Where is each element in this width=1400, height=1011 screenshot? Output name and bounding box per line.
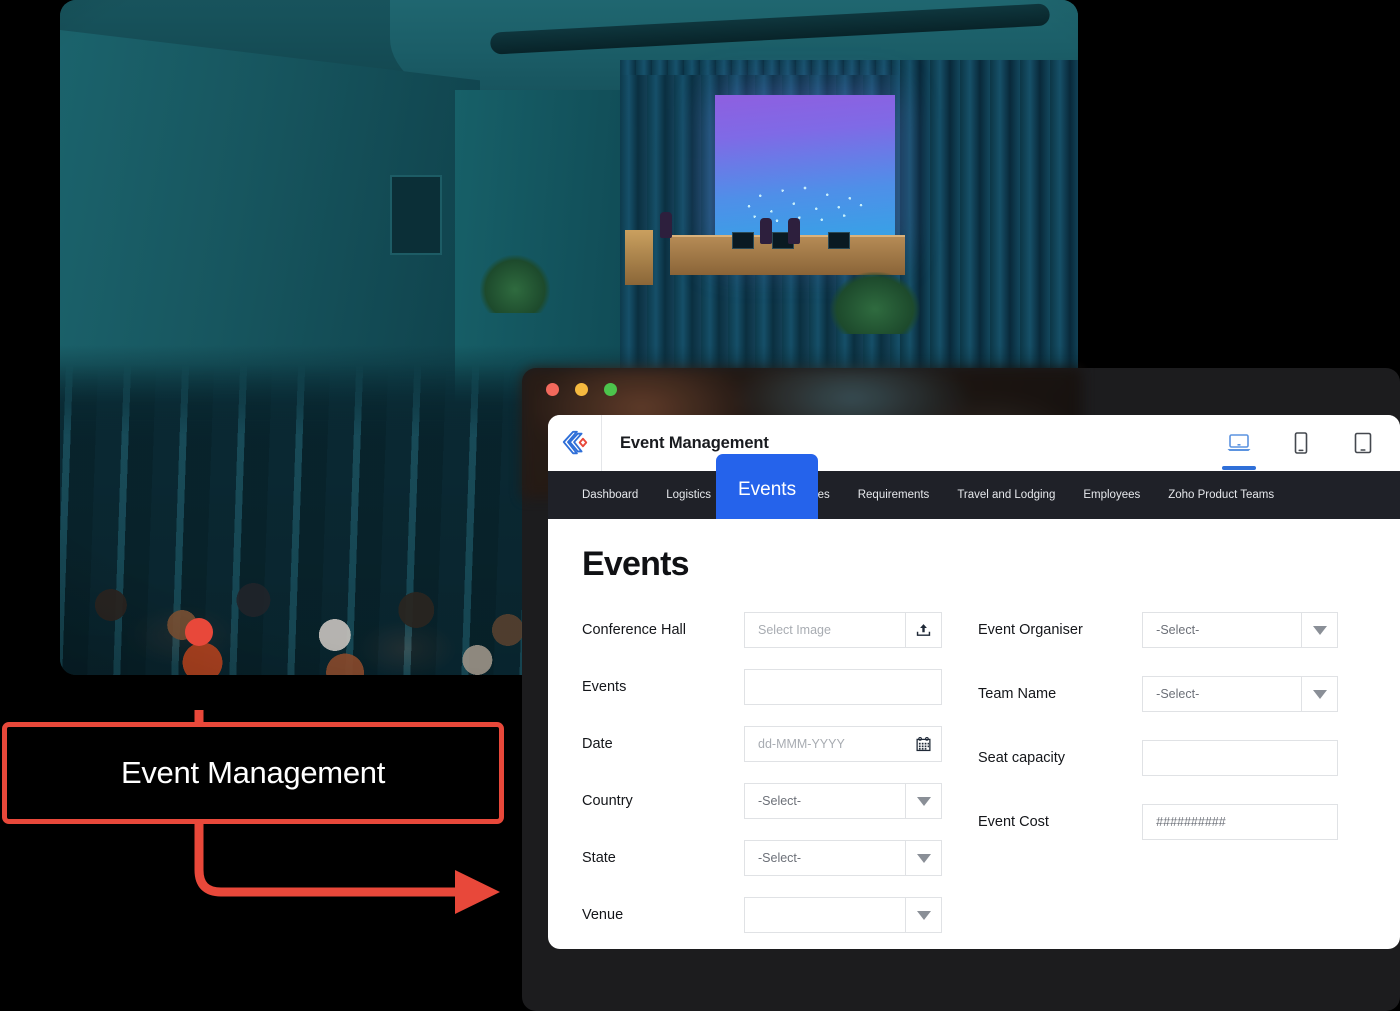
country-select-value[interactable]: -Select- xyxy=(745,794,905,808)
form-left-column: Conference Hall Select Image Events Date… xyxy=(582,612,942,949)
venue-dropdown-button[interactable] xyxy=(905,898,941,932)
field-label: Event Organiser xyxy=(978,622,1083,638)
maximize-button[interactable] xyxy=(604,383,617,396)
field-state: State -Select- xyxy=(582,840,942,876)
app-logo[interactable] xyxy=(548,415,602,471)
event-organiser-select-value[interactable]: -Select- xyxy=(1143,623,1301,637)
chevron-down-icon xyxy=(1312,625,1327,635)
chevron-down-icon xyxy=(916,796,931,806)
calendar-icon xyxy=(915,736,931,751)
events-input-group[interactable] xyxy=(744,669,942,705)
date-picker-button[interactable] xyxy=(905,727,941,761)
team-name-dropdown-button[interactable] xyxy=(1301,677,1337,711)
field-team-name: Team Name -Select- xyxy=(978,676,1338,712)
app-title: Event Management xyxy=(620,433,769,452)
upload-icon xyxy=(916,623,931,636)
field-label: Team Name xyxy=(978,686,1057,702)
field-country: Country -Select- xyxy=(582,783,942,819)
application-card: Event Management Dashboard Logistics ies… xyxy=(548,415,1400,949)
date-input[interactable]: dd-MMM-YYYY xyxy=(745,737,905,751)
tablet-icon xyxy=(1354,432,1372,454)
screenshot-root: Event Management Dashboard Logistics ies… xyxy=(0,0,1400,1011)
zoho-creator-diamond-logo-icon xyxy=(562,430,587,455)
annotation-label: Event Management xyxy=(120,755,386,790)
field-venue: Venue xyxy=(582,897,942,933)
conference-hall-input-group[interactable]: Select Image xyxy=(744,612,942,648)
chevron-down-icon xyxy=(916,853,931,863)
field-label: Date xyxy=(582,736,613,752)
field-events: Events xyxy=(582,669,942,705)
upload-image-button[interactable] xyxy=(905,613,941,647)
field-label: Venue xyxy=(582,907,624,923)
state-dropdown-button[interactable] xyxy=(905,841,941,875)
nav-tab-travel-and-lodging[interactable]: Travel and Lodging xyxy=(943,471,1069,519)
field-event-cost: Event Cost ########## xyxy=(978,804,1338,840)
mobile-phone-icon xyxy=(1294,432,1308,454)
conference-hall-input[interactable]: Select Image xyxy=(745,623,905,637)
field-label: Seat capacity xyxy=(978,750,1066,766)
mobile-view-button[interactable] xyxy=(1284,421,1318,465)
app-header: Event Management xyxy=(548,415,1400,471)
event-organiser-select-group[interactable]: -Select- xyxy=(1142,612,1338,648)
app-content: Events Conference Hall Select Image Even… xyxy=(548,519,1400,949)
close-button[interactable] xyxy=(546,383,559,396)
seat-capacity-input-group[interactable] xyxy=(1142,740,1338,776)
state-select-value[interactable]: -Select- xyxy=(745,851,905,865)
nav-tab-zoho-product-teams[interactable]: Zoho Product Teams xyxy=(1154,471,1288,519)
form-right-column: Event Organiser -Select- Team Name -Sele… xyxy=(978,612,1338,949)
country-dropdown-button[interactable] xyxy=(905,784,941,818)
event-organiser-dropdown-button[interactable] xyxy=(1301,613,1337,647)
chevron-down-icon xyxy=(916,910,931,920)
nav-tab-employees[interactable]: Employees xyxy=(1069,471,1154,519)
country-select-group[interactable]: -Select- xyxy=(744,783,942,819)
venue-select-group[interactable] xyxy=(744,897,942,933)
field-label: Country xyxy=(582,793,633,809)
field-label: Conference Hall xyxy=(582,622,686,638)
field-conference-hall: Conference Hall Select Image xyxy=(582,612,942,648)
tablet-view-button[interactable] xyxy=(1346,421,1380,465)
field-seat-capacity: Seat capacity xyxy=(978,740,1338,776)
app-navigation-bar: Dashboard Logistics ies Requirements Tra… xyxy=(548,454,1400,519)
nav-tab-logistics[interactable]: Logistics xyxy=(652,471,725,519)
state-select-group[interactable]: -Select- xyxy=(744,840,942,876)
event-cost-input-group[interactable]: ########## xyxy=(1142,804,1338,840)
field-label: State xyxy=(582,850,616,866)
field-event-organiser: Event Organiser -Select- xyxy=(978,612,1338,648)
page-title: Events xyxy=(582,545,690,583)
nav-tab-requirements[interactable]: Requirements xyxy=(844,471,944,519)
team-name-select-value[interactable]: -Select- xyxy=(1143,687,1301,701)
event-cost-input[interactable]: ########## xyxy=(1143,815,1337,829)
laptop-icon xyxy=(1227,434,1251,451)
laptop-view-button[interactable] xyxy=(1222,421,1256,470)
active-view-indicator xyxy=(1222,466,1256,470)
minimize-button[interactable] xyxy=(575,383,588,396)
date-input-group[interactable]: dd-MMM-YYYY xyxy=(744,726,942,762)
browser-window: Event Management Dashboard Logistics ies… xyxy=(522,368,1400,1011)
window-traffic-lights[interactable] xyxy=(546,383,617,396)
field-label: Event Cost xyxy=(978,814,1049,830)
nav-tab-dashboard[interactable]: Dashboard xyxy=(568,471,652,519)
field-date: Date dd-MMM-YYYY xyxy=(582,726,942,762)
annotation-callout: Event Management xyxy=(2,722,504,824)
nav-tab-events[interactable]: Events xyxy=(716,454,819,519)
field-label: Events xyxy=(582,679,627,695)
device-view-switcher xyxy=(1222,415,1380,471)
chevron-down-icon xyxy=(1312,689,1327,699)
team-name-select-group[interactable]: -Select- xyxy=(1142,676,1338,712)
events-form: Conference Hall Select Image Events Date… xyxy=(582,612,1366,949)
